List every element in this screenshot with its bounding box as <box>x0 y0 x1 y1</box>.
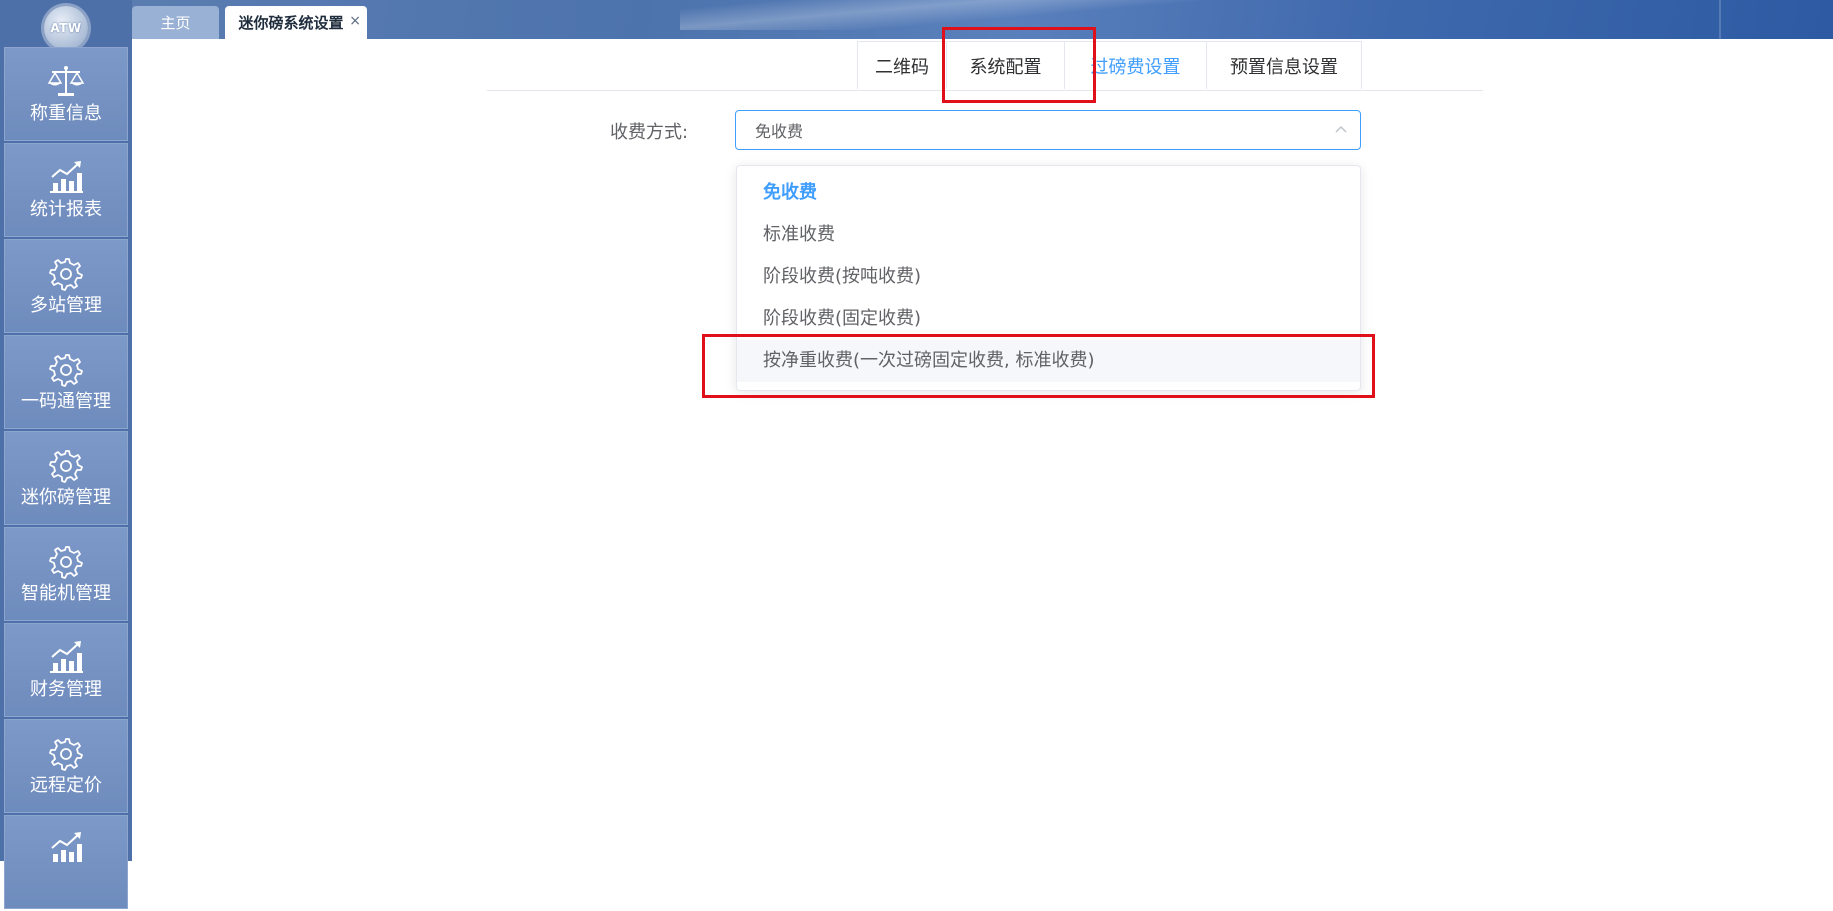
tab-qrcode[interactable]: 二维码 <box>857 41 947 89</box>
sidebar-item-statistics[interactable]: 统计报表 <box>4 143 128 237</box>
main-content: 二维码 系统配置 过磅费设置 预置信息设置 收费方式: 免收费 免收费 标准收费… <box>132 39 1833 861</box>
tab-label: 迷你磅系统设置 <box>238 14 344 32</box>
tab-weighing-fee-settings[interactable]: 过磅费设置 <box>1064 41 1207 89</box>
fee-method-select[interactable]: 免收费 <box>735 110 1361 150</box>
gear-icon <box>49 546 83 579</box>
tab-system-config[interactable]: 系统配置 <box>946 41 1065 89</box>
sidebar-item-weighing-info[interactable]: 称重信息 <box>4 47 128 141</box>
sidebar-item-label: 多站管理 <box>30 295 102 316</box>
logo-text: ATW <box>50 21 82 35</box>
gear-icon <box>49 258 83 291</box>
gear-icon <box>49 738 83 771</box>
tab-home-label: 主页 <box>160 14 191 32</box>
option-free[interactable]: 免收费 <box>737 172 1360 214</box>
sidebar-item-smart-machine[interactable]: 智能机管理 <box>4 527 128 621</box>
scale-icon <box>47 66 85 96</box>
chevron-up-icon <box>1335 125 1347 133</box>
tab-mini-scale-settings[interactable]: 迷你磅系统设置 × <box>225 6 367 39</box>
tab-preset-info-settings[interactable]: 预置信息设置 <box>1206 41 1362 89</box>
option-standard[interactable]: 标准收费 <box>737 214 1360 256</box>
sidebar-item-label: 财务管理 <box>30 679 102 700</box>
logo: ATW <box>44 6 88 50</box>
sidebar-item-label: 一码通管理 <box>21 391 111 412</box>
settings-tabs: 二维码 系统配置 过磅费设置 预置信息设置 <box>487 39 1483 91</box>
sidebar-item-multi-station[interactable]: 多站管理 <box>4 239 128 333</box>
sidebar-item-label: 智能机管理 <box>21 583 111 604</box>
fee-method-label: 收费方式: <box>610 122 689 143</box>
sidebar-nav: 称重信息 统计报表 多站管理 一码通管理 迷你磅管理 智能机管理 财务管理 远程… <box>4 47 128 911</box>
sidebar-item-one-code[interactable]: 一码通管理 <box>4 335 128 429</box>
chart-icon <box>50 641 83 673</box>
fee-method-value: 免收费 <box>755 122 804 141</box>
sidebar-item-finance[interactable]: 财务管理 <box>4 623 128 717</box>
gear-icon <box>49 450 83 483</box>
sidebar-item-label: 远程定价 <box>30 775 102 796</box>
sidebar-item-mini-scale[interactable]: 迷你磅管理 <box>4 431 128 525</box>
header-decoration <box>680 0 1200 30</box>
sidebar-item-label: 称重信息 <box>30 103 102 124</box>
chart-icon <box>50 161 83 193</box>
sidebar-item-more[interactable] <box>4 815 128 909</box>
sidebar: ATW 称重信息 统计报表 多站管理 一码通管理 迷你磅管理 智能机管理 财务管… <box>0 0 132 909</box>
sidebar-item-remote-pricing[interactable]: 远程定价 <box>4 719 128 813</box>
sidebar-item-label: 迷你磅管理 <box>21 487 111 508</box>
header-divider <box>1719 0 1721 39</box>
sidebar-item-label: 统计报表 <box>30 199 102 220</box>
close-icon[interactable]: × <box>349 13 361 29</box>
tab-home[interactable]: 主页 <box>132 6 219 39</box>
option-net-weight[interactable]: 按净重收费(一次过磅固定收费, 标准收费) <box>737 340 1360 382</box>
gear-icon <box>49 354 83 387</box>
option-tiered-fixed[interactable]: 阶段收费(固定收费) <box>737 298 1360 340</box>
option-tiered-per-ton[interactable]: 阶段收费(按吨收费) <box>737 256 1360 298</box>
fee-method-dropdown: 免收费 标准收费 阶段收费(按吨收费) 阶段收费(固定收费) 按净重收费(一次过… <box>736 165 1361 391</box>
